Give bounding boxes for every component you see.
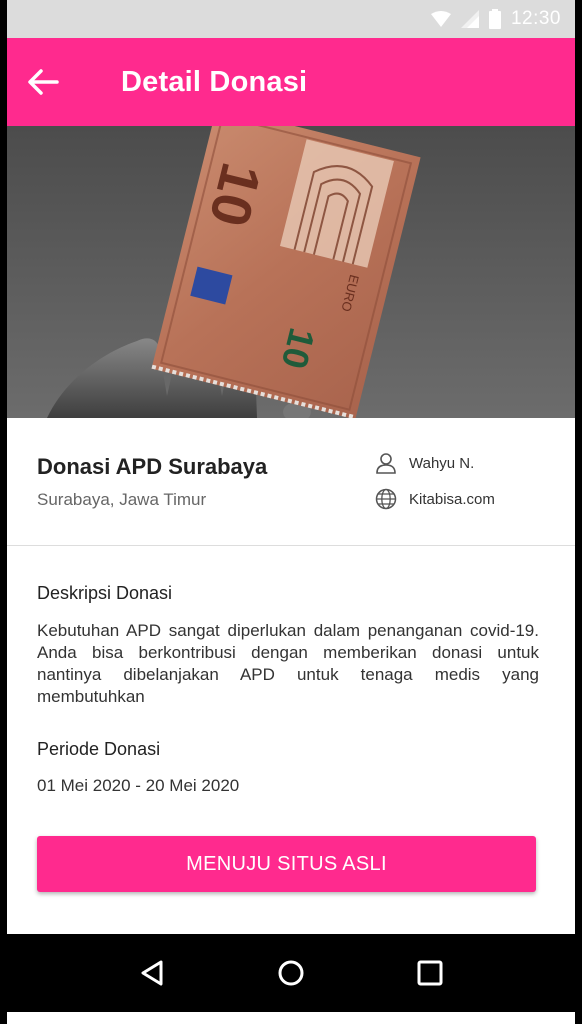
banknote-hand-illustration: 10 10 EURO (7, 126, 575, 418)
author-name: Wahyu N. (409, 454, 475, 472)
globe-icon (375, 488, 397, 510)
campaign-location: Surabaya, Jawa Timur (37, 490, 207, 509)
system-nav-bar (7, 934, 575, 1012)
person-icon (376, 453, 396, 474)
visit-original-site-button[interactable]: MENUJU SITUS ASLI (37, 836, 536, 892)
hero-image: 10 10 EURO (7, 126, 575, 418)
arrow-back-icon (28, 69, 59, 95)
phone-screen: 12:30 Detail Donasi 10 10 EURO Donasi AP… (7, 0, 575, 1024)
page-title: Detail Donasi (121, 65, 308, 98)
nav-home-button[interactable] (266, 948, 316, 998)
period-text: 01 Mei 2020 - 20 Mei 2020 (37, 776, 240, 795)
campaign-source[interactable]: Kitabisa.com (375, 488, 495, 510)
signal-icon (460, 10, 479, 28)
triangle-back-icon (141, 960, 163, 986)
nav-back-button[interactable] (127, 948, 177, 998)
description-text: Kebutuhan APD sangat diperlukan dalam pe… (37, 621, 539, 706)
square-recents-icon (417, 960, 443, 986)
circle-home-icon (278, 960, 304, 986)
campaign-author: Wahyu N. (375, 452, 474, 474)
status-bar: 12:30 (7, 0, 575, 38)
app-bar: Detail Donasi (7, 38, 575, 126)
campaign-title: Donasi APD Surabaya (37, 454, 268, 479)
description-heading: Deskripsi Donasi (37, 583, 173, 603)
back-button[interactable] (7, 38, 93, 126)
source-name: Kitabisa.com (409, 490, 495, 508)
wifi-icon (430, 11, 451, 27)
status-time: 12:30 (510, 8, 561, 29)
period-heading: Periode Donasi (37, 739, 161, 759)
nav-recents-button[interactable] (405, 948, 455, 998)
battery-icon (488, 9, 501, 29)
campaign-info: Donasi APD Surabaya Surabaya, Jawa Timur… (7, 418, 575, 546)
